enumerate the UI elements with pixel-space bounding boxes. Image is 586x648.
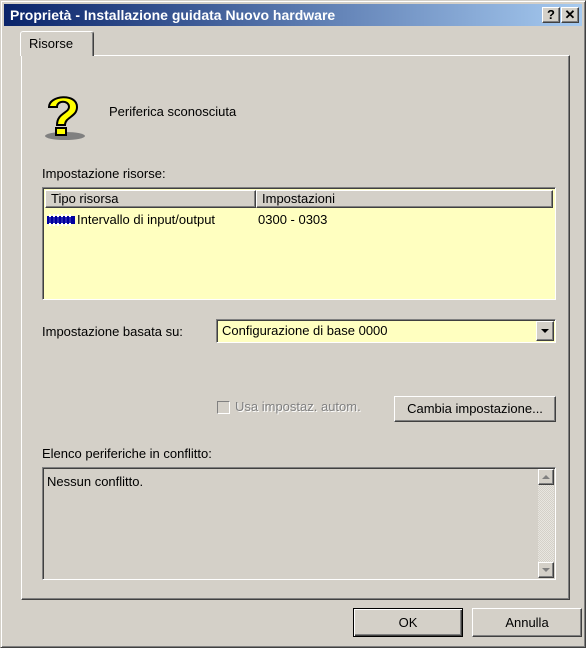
title-bar[interactable]: Proprietà - Installazione guidata Nuovo … [4, 4, 582, 26]
auto-settings-checkbox[interactable] [217, 401, 230, 414]
resource-list[interactable]: Tipo risorsa Impostazioni Intervallo di … [42, 187, 556, 300]
conflict-list[interactable]: Nessun conflitto. [42, 467, 556, 580]
tab-risorse[interactable]: Risorse [20, 31, 94, 56]
arrow-up-icon [542, 475, 550, 479]
cancel-button[interactable]: Annulla [472, 608, 582, 637]
setting-based-on-label: Impostazione basata su: [42, 324, 183, 339]
conflict-text: Nessun conflitto. [47, 474, 144, 489]
tab-label: Risorse [29, 36, 74, 51]
scroll-up-button[interactable] [538, 469, 554, 485]
properties-dialog: Proprietà - Installazione guidata Nuovo … [0, 0, 586, 648]
help-button[interactable]: ? [542, 7, 560, 23]
ok-button[interactable]: OK [353, 608, 463, 637]
configuration-select[interactable]: Configurazione di base 0000 [216, 319, 556, 343]
dropdown-button[interactable] [536, 321, 554, 341]
conflict-list-label: Elenco periferiche in conflitto: [42, 446, 212, 461]
scroll-down-button[interactable] [538, 562, 554, 578]
close-button[interactable]: ✕ [561, 7, 579, 23]
device-name: Periferica sconosciuta [109, 104, 237, 119]
change-settings-button[interactable]: Cambia impostazione... [394, 396, 556, 422]
resource-type: Intervallo di input/output [77, 212, 216, 227]
auto-settings-label: Usa impostaz. autom. [235, 399, 361, 414]
table-row[interactable]: Intervallo di input/output 0300 - 0303 [47, 211, 553, 229]
window-title: Proprietà - Installazione guidata Nuovo … [10, 7, 336, 23]
arrow-down-icon [542, 568, 550, 572]
resource-settings-label: Impostazione risorse: [42, 166, 166, 181]
resource-list-header: Tipo risorsa Impostazioni [45, 190, 553, 208]
column-header-type[interactable]: Tipo risorsa [45, 190, 256, 208]
resource-value: 0300 - 0303 [258, 212, 328, 227]
chevron-down-icon [541, 329, 549, 333]
chip-icon [47, 214, 75, 226]
question-mark-icon [45, 96, 85, 140]
configuration-value: Configurazione di base 0000 [222, 323, 388, 338]
conflict-scrollbar[interactable] [538, 469, 554, 578]
column-header-settings[interactable]: Impostazioni [256, 190, 553, 208]
